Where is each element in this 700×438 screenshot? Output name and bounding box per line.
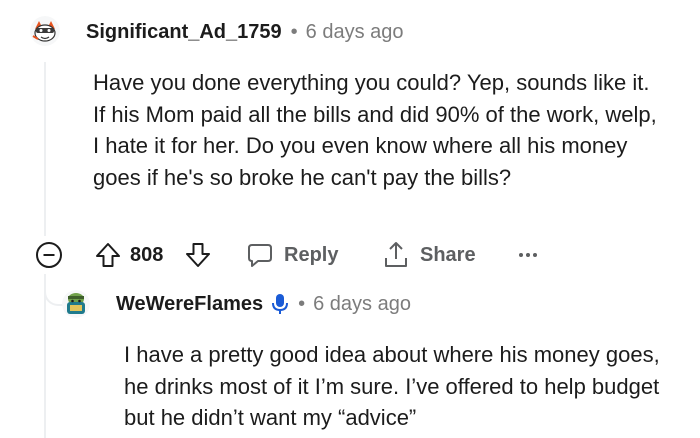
reply-button[interactable]: Reply bbox=[246, 236, 338, 274]
more-options-button[interactable] bbox=[516, 236, 540, 274]
reply-user-avatar[interactable] bbox=[62, 290, 90, 318]
comment-header: Significant_Ad_1759 • 6 days ago bbox=[86, 17, 404, 47]
user-avatar[interactable] bbox=[30, 16, 60, 46]
meta-separator: • bbox=[290, 20, 298, 43]
upvote-arrow-icon bbox=[96, 243, 120, 267]
collapse-icon bbox=[36, 242, 62, 268]
downvote-arrow-icon bbox=[186, 243, 210, 267]
share-button[interactable]: Share bbox=[382, 236, 476, 274]
comment-body: Have you done everything you could? Yep,… bbox=[93, 70, 657, 190]
reply-timestamp[interactable]: 6 days ago bbox=[313, 293, 411, 316]
comment-timestamp[interactable]: 6 days ago bbox=[306, 21, 404, 44]
reply-bubble-icon bbox=[248, 244, 272, 267]
collapse-thread-button[interactable] bbox=[34, 236, 64, 274]
ellipsis-icon bbox=[519, 253, 537, 257]
upvote-button[interactable] bbox=[94, 236, 122, 274]
snoo-avatar-icon bbox=[30, 16, 60, 46]
meta-separator: • bbox=[298, 292, 306, 315]
share-label: Share bbox=[420, 243, 476, 266]
downvote-button[interactable] bbox=[184, 236, 212, 274]
vote-score: 808 bbox=[130, 243, 164, 266]
microphone-icon bbox=[271, 292, 289, 316]
reply-username[interactable]: WeWereFlames bbox=[116, 293, 263, 316]
comment-username[interactable]: Significant_Ad_1759 bbox=[86, 21, 282, 44]
snoo-avatar-icon bbox=[62, 290, 90, 318]
comment-action-bar: 808 Reply Share bbox=[28, 236, 588, 274]
reply-body: I have a pretty good idea about where hi… bbox=[124, 342, 660, 430]
reply-header: WeWereFlames • 6 days ago bbox=[116, 289, 411, 319]
reply-connector-line bbox=[44, 274, 64, 306]
share-icon bbox=[385, 242, 407, 267]
reply-label: Reply bbox=[284, 243, 339, 266]
thread-line bbox=[44, 62, 46, 236]
